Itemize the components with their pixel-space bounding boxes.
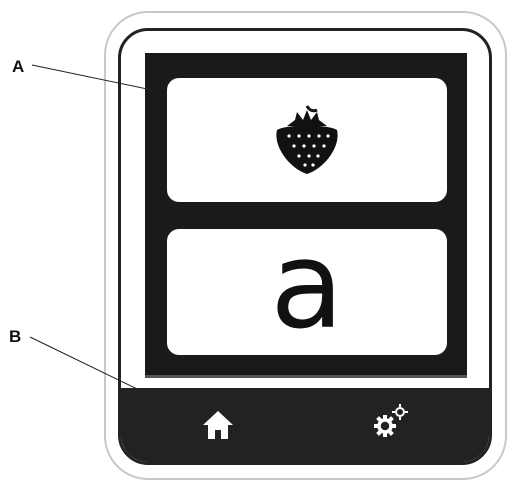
leader-line-b xyxy=(29,336,200,420)
leader-line-a xyxy=(31,64,153,91)
callout-label-a: A xyxy=(12,57,25,76)
callout-leader-lines xyxy=(29,64,200,420)
callout-label-b: B xyxy=(9,327,22,346)
